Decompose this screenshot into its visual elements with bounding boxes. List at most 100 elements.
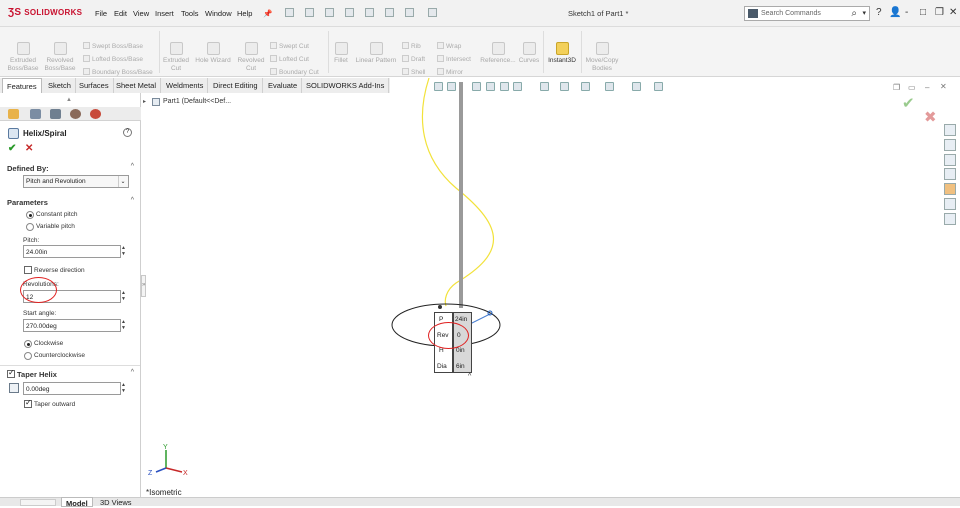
start-angle-input[interactable]: 270.00deg (23, 319, 121, 332)
clockwise-radio[interactable] (24, 340, 32, 348)
help-icon[interactable]: ? (123, 128, 132, 137)
taper-helix-checkbox[interactable] (7, 368, 15, 378)
ok-button[interactable]: ✔ (8, 143, 16, 154)
defined-by-header[interactable]: Defined By: (7, 164, 49, 173)
display-manager-tab-icon[interactable] (90, 109, 101, 119)
search-type-icon[interactable] (748, 9, 758, 18)
helix-sketch[interactable] (146, 78, 944, 497)
pitch-input[interactable]: 24.00in (23, 245, 121, 258)
extruded-cut-button[interactable]: Extruded Cut (160, 42, 192, 73)
solidworks-logo[interactable]: ƷS SOLIDWORKS (8, 7, 82, 18)
taper-angle-stepper[interactable]: ▲ ▼ (121, 382, 127, 394)
menu-help[interactable]: Help (237, 9, 252, 18)
new-doc-icon[interactable] (285, 8, 294, 17)
file-explorer-icon[interactable] (944, 168, 956, 180)
parameters-header[interactable]: Parameters (7, 198, 48, 207)
dimxpert-tab-icon[interactable] (70, 109, 81, 119)
help-icon[interactable]: ? (876, 7, 882, 18)
rebuild-icon[interactable] (405, 8, 414, 17)
lofted-boss-button[interactable]: Lofted Boss/Base (83, 55, 143, 63)
start-angle-stepper[interactable]: ▲ ▼ (121, 319, 127, 331)
search-commands-box[interactable]: Search Commands ⌕ ▾ (744, 6, 870, 21)
revolved-cut-button[interactable]: Revolved Cut (234, 42, 268, 73)
linear-pattern-button[interactable]: Linear Pattern (352, 42, 400, 65)
tab-sketch[interactable]: Sketch (44, 78, 76, 93)
resources-icon[interactable] (944, 139, 956, 151)
boundary-cut-button[interactable]: Boundary Cut (270, 68, 319, 76)
taper-outward-checkbox[interactable] (24, 398, 32, 408)
fillet-button[interactable]: Fillet (330, 42, 352, 65)
defined-by-select[interactable]: Pitch and Revolution ⌄ (23, 175, 129, 188)
revolutions-stepper[interactable]: ▲ ▼ (121, 290, 127, 302)
custom-properties-icon[interactable] (944, 213, 956, 225)
search-input[interactable]: Search Commands (761, 10, 821, 17)
revolved-boss-button[interactable]: Revolved Boss/Base (42, 42, 78, 73)
reverse-direction-checkbox[interactable] (24, 266, 32, 274)
taper-helix-header[interactable]: Taper Helix (17, 370, 57, 379)
pitch-stepper[interactable]: ▲ ▼ (121, 245, 127, 257)
home-icon[interactable] (944, 124, 956, 136)
boundary-boss-button[interactable]: Boundary Boss/Base (83, 68, 153, 76)
design-library-icon[interactable] (944, 154, 956, 166)
cancel-button[interactable]: ✕ (25, 143, 33, 154)
chevron-down-icon[interactable]: ▾ (862, 9, 866, 17)
configuration-manager-tab-icon[interactable] (50, 109, 61, 119)
move-copy-bodies-button[interactable]: Move/Copy Bodies (582, 42, 622, 73)
constant-pitch-radio[interactable] (26, 211, 34, 219)
variable-pitch-radio[interactable] (26, 223, 34, 231)
hole-wizard-button[interactable]: Hole Wizard (194, 42, 232, 65)
property-manager-tab-icon[interactable] (30, 109, 41, 119)
swept-boss-button[interactable]: Swept Boss/Base (83, 42, 143, 50)
feature-manager-tab-icon[interactable] (8, 109, 19, 119)
intersect-button[interactable]: Intersect (437, 55, 471, 63)
tab-scroll-arrows[interactable] (20, 499, 56, 506)
collapse-icon[interactable]: ▲ (66, 97, 72, 103)
callout-value-height[interactable]: 0in (456, 347, 465, 354)
collapse-icon[interactable]: ^ (131, 197, 134, 204)
menu-insert[interactable]: Insert (155, 9, 174, 18)
open-icon[interactable] (305, 8, 314, 17)
restore-down-button[interactable]: ❐ (935, 7, 944, 18)
instant3d-button[interactable]: Instant3D (544, 42, 580, 65)
menu-tools[interactable]: Tools (181, 9, 199, 18)
mirror-button[interactable]: Mirror (437, 68, 463, 76)
tab-features[interactable]: Features (2, 78, 42, 93)
menu-window[interactable]: Window (205, 9, 232, 18)
swept-cut-button[interactable]: Swept Cut (270, 42, 309, 50)
wrap-button[interactable]: Wrap (437, 42, 461, 50)
close-button[interactable]: ✕ (949, 7, 957, 18)
minimize-button[interactable]: - (905, 7, 908, 18)
user-icon[interactable]: 👤 (889, 7, 901, 18)
extruded-boss-button[interactable]: Extruded Boss/Base (6, 42, 40, 73)
tab-surfaces[interactable]: Surfaces (75, 78, 114, 93)
menu-file[interactable]: File (95, 9, 107, 18)
save-icon[interactable] (325, 8, 334, 17)
triad-z-label: Z (148, 470, 153, 477)
menu-edit[interactable]: Edit (114, 9, 127, 18)
callout-value-pitch[interactable]: 24in (455, 316, 467, 323)
shell-button[interactable]: Shell (402, 68, 425, 76)
options-icon[interactable] (428, 8, 437, 17)
collapse-icon[interactable]: ^ (131, 163, 134, 170)
select-icon[interactable] (385, 8, 394, 17)
search-icon[interactable]: ⌕ (851, 8, 857, 19)
reference-geometry-button[interactable]: Reference... (478, 42, 518, 65)
appearances-icon[interactable] (944, 198, 956, 210)
curves-button[interactable]: Curves (516, 42, 542, 65)
annotation-circle (20, 277, 57, 303)
draft-button[interactable]: Draft (402, 55, 425, 63)
undo-icon[interactable] (365, 8, 374, 17)
menu-view[interactable]: View (133, 9, 149, 18)
restore-button[interactable]: □ (920, 7, 926, 18)
lofted-cut-button[interactable]: Lofted Cut (270, 55, 309, 63)
callout-collapse-icon[interactable]: ^ (468, 373, 471, 380)
rib-button[interactable]: Rib (402, 42, 421, 50)
print-icon[interactable] (345, 8, 354, 17)
pin-icon[interactable]: 📌 (263, 9, 272, 18)
taper-angle-input[interactable]: 0.00deg (23, 382, 121, 395)
view-palette-icon[interactable] (944, 183, 956, 195)
callout-value-diameter[interactable]: 6in (456, 363, 465, 370)
counterclockwise-radio[interactable] (24, 352, 32, 360)
fillet-icon (334, 42, 348, 55)
collapse-icon[interactable]: ^ (131, 369, 134, 376)
